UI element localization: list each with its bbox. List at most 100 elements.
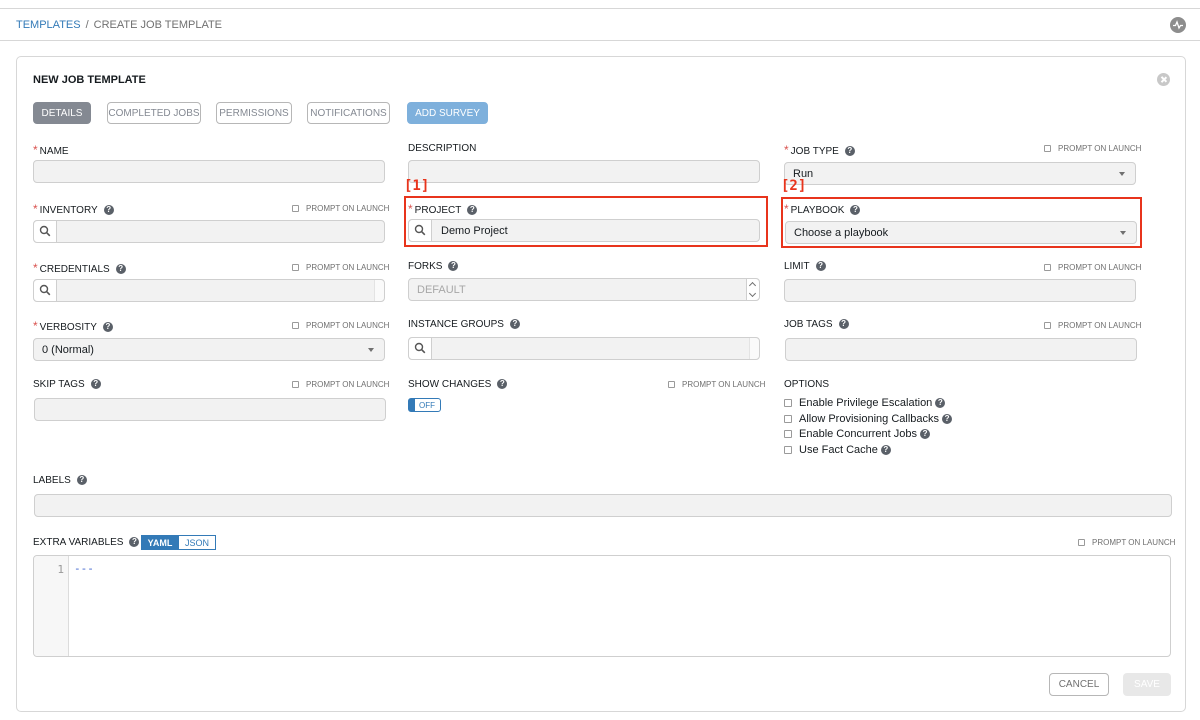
job-type-select[interactable]: Run [784, 162, 1136, 185]
job-type-label: * JOB TYPE? [784, 143, 855, 157]
extra-variables-editor[interactable]: 1 --- [33, 555, 1171, 657]
line-number: 1 [57, 563, 64, 576]
playbook-label: * PLAYBOOK? [784, 202, 861, 216]
option-allow-provisioning-callbacks[interactable]: Allow Provisioning Callbacks? [784, 413, 953, 425]
checkbox[interactable] [784, 446, 792, 454]
breadcrumb-current: CREATE JOB TEMPLATE [93, 19, 223, 31]
extra-variables-prompt-on-launch[interactable]: PROMPT ON LAUNCH [1078, 538, 1175, 547]
help-icon[interactable]: ? [850, 205, 861, 216]
help-icon[interactable]: ? [497, 379, 508, 390]
verbosity-label: * VERBOSITY? [33, 319, 113, 333]
json-mode-button[interactable]: JSON [179, 535, 216, 550]
required-marker: * [33, 319, 38, 333]
editor-content[interactable]: --- [74, 562, 94, 575]
activity-stream-icon[interactable] [1170, 17, 1186, 33]
help-icon[interactable]: ? [838, 319, 849, 330]
job-tags-input[interactable] [785, 338, 1137, 361]
help-icon[interactable]: ? [102, 322, 113, 333]
project-value: Demo Project [441, 225, 508, 237]
tab-permissions[interactable]: PERMISSIONS [216, 102, 292, 124]
chevron-down-icon [1119, 172, 1125, 176]
credentials-prompt-on-launch[interactable]: PROMPT ON LAUNCH [292, 263, 389, 272]
option-use-fact-cache[interactable]: Use Fact Cache? [784, 444, 891, 456]
project-lookup[interactable]: Demo Project [408, 219, 760, 242]
checkbox[interactable] [1044, 145, 1051, 152]
verbosity-value: 0 (Normal) [42, 344, 94, 356]
forks-input[interactable]: DEFAULT [408, 278, 760, 301]
search-icon[interactable] [34, 280, 57, 301]
playbook-select[interactable]: Choose a playbook [785, 221, 1137, 244]
tab-notifications[interactable]: NOTIFICATIONS [307, 102, 390, 124]
checkbox[interactable] [292, 381, 299, 388]
checkbox[interactable] [784, 430, 792, 438]
search-icon[interactable] [409, 338, 432, 359]
checkbox[interactable] [784, 399, 792, 407]
show-changes-prompt-on-launch[interactable]: PROMPT ON LAUNCH [668, 380, 765, 389]
checkbox[interactable] [668, 381, 675, 388]
inventory-lookup[interactable] [33, 220, 385, 243]
skip-tags-prompt-on-launch[interactable]: PROMPT ON LAUNCH [292, 380, 389, 389]
show-changes-toggle[interactable]: OFF [408, 398, 441, 412]
instance-groups-lookup[interactable] [408, 337, 760, 360]
breadcrumb-separator: / [85, 19, 89, 31]
job-tags-prompt-on-launch[interactable]: PROMPT ON LAUNCH [1044, 321, 1141, 330]
tab-completed-jobs[interactable]: COMPLETED JOBS [107, 102, 201, 124]
extra-variables-label: EXTRA VARIABLES? [33, 537, 140, 548]
extra-variables-format-toggle[interactable]: YAML JSON [141, 535, 216, 550]
labels-label: LABELS? [33, 475, 87, 486]
option-enable-concurrent-jobs[interactable]: Enable Concurrent Jobs? [784, 428, 931, 440]
checkbox[interactable] [1044, 322, 1051, 329]
help-icon[interactable]: ? [103, 205, 114, 216]
help-icon[interactable]: ? [880, 445, 891, 455]
labels-input[interactable] [34, 494, 1172, 517]
checkbox[interactable] [1078, 539, 1085, 546]
checkbox[interactable] [292, 264, 299, 271]
limit-input[interactable] [784, 279, 1136, 302]
cancel-button[interactable]: CANCEL [1049, 673, 1109, 696]
chevron-down-icon [1120, 231, 1126, 235]
breadcrumb: TEMPLATES / CREATE JOB TEMPLATE [16, 19, 222, 31]
verbosity-select[interactable]: 0 (Normal) [33, 338, 385, 361]
close-icon[interactable] [1157, 73, 1170, 86]
help-icon[interactable]: ? [920, 429, 931, 439]
help-icon[interactable]: ? [942, 414, 953, 424]
checkbox[interactable] [1044, 264, 1051, 271]
checkbox[interactable] [292, 205, 299, 212]
skip-tags-input[interactable] [34, 398, 386, 421]
job-tags-label: JOB TAGS? [784, 319, 849, 330]
help-icon[interactable]: ? [467, 205, 478, 216]
help-icon[interactable]: ? [509, 319, 520, 330]
job-type-prompt-on-launch[interactable]: PROMPT ON LAUNCH [1044, 144, 1141, 153]
description-input[interactable] [408, 160, 760, 183]
help-icon[interactable]: ? [76, 475, 87, 486]
search-icon[interactable] [409, 220, 432, 241]
add-survey-button[interactable]: ADD SURVEY [407, 102, 488, 124]
description-label: DESCRIPTION [408, 143, 477, 154]
inventory-prompt-on-launch[interactable]: PROMPT ON LAUNCH [292, 204, 389, 213]
save-button[interactable]: SAVE [1123, 673, 1171, 696]
verbosity-prompt-on-launch[interactable]: PROMPT ON LAUNCH [292, 321, 389, 330]
forks-stepper[interactable] [746, 279, 759, 300]
name-input[interactable] [33, 160, 385, 183]
credentials-label: * CREDENTIALS? [33, 261, 126, 275]
checkbox[interactable] [292, 322, 299, 329]
help-icon[interactable]: ? [844, 146, 855, 157]
help-icon[interactable]: ? [129, 537, 140, 548]
breadcrumb-bar: TEMPLATES / CREATE JOB TEMPLATE [0, 9, 1200, 41]
editor-gutter: 1 [34, 556, 69, 656]
limit-prompt-on-launch[interactable]: PROMPT ON LAUNCH [1044, 263, 1141, 272]
yaml-mode-button[interactable]: YAML [141, 535, 179, 550]
required-marker: * [784, 143, 789, 157]
help-icon[interactable]: ? [115, 264, 126, 275]
search-icon[interactable] [34, 221, 57, 242]
credentials-lookup[interactable] [33, 279, 385, 302]
option-enable-privilege-escalation[interactable]: Enable Privilege Escalation? [784, 397, 946, 409]
checkbox[interactable] [784, 415, 792, 423]
help-icon[interactable]: ? [90, 379, 101, 390]
tab-details[interactable]: DETAILS [33, 102, 91, 124]
breadcrumb-templates-link[interactable]: TEMPLATES [16, 19, 81, 31]
project-label: * PROJECT? [408, 202, 478, 216]
help-icon[interactable]: ? [815, 261, 826, 272]
help-icon[interactable]: ? [448, 261, 459, 272]
help-icon[interactable]: ? [935, 398, 946, 408]
